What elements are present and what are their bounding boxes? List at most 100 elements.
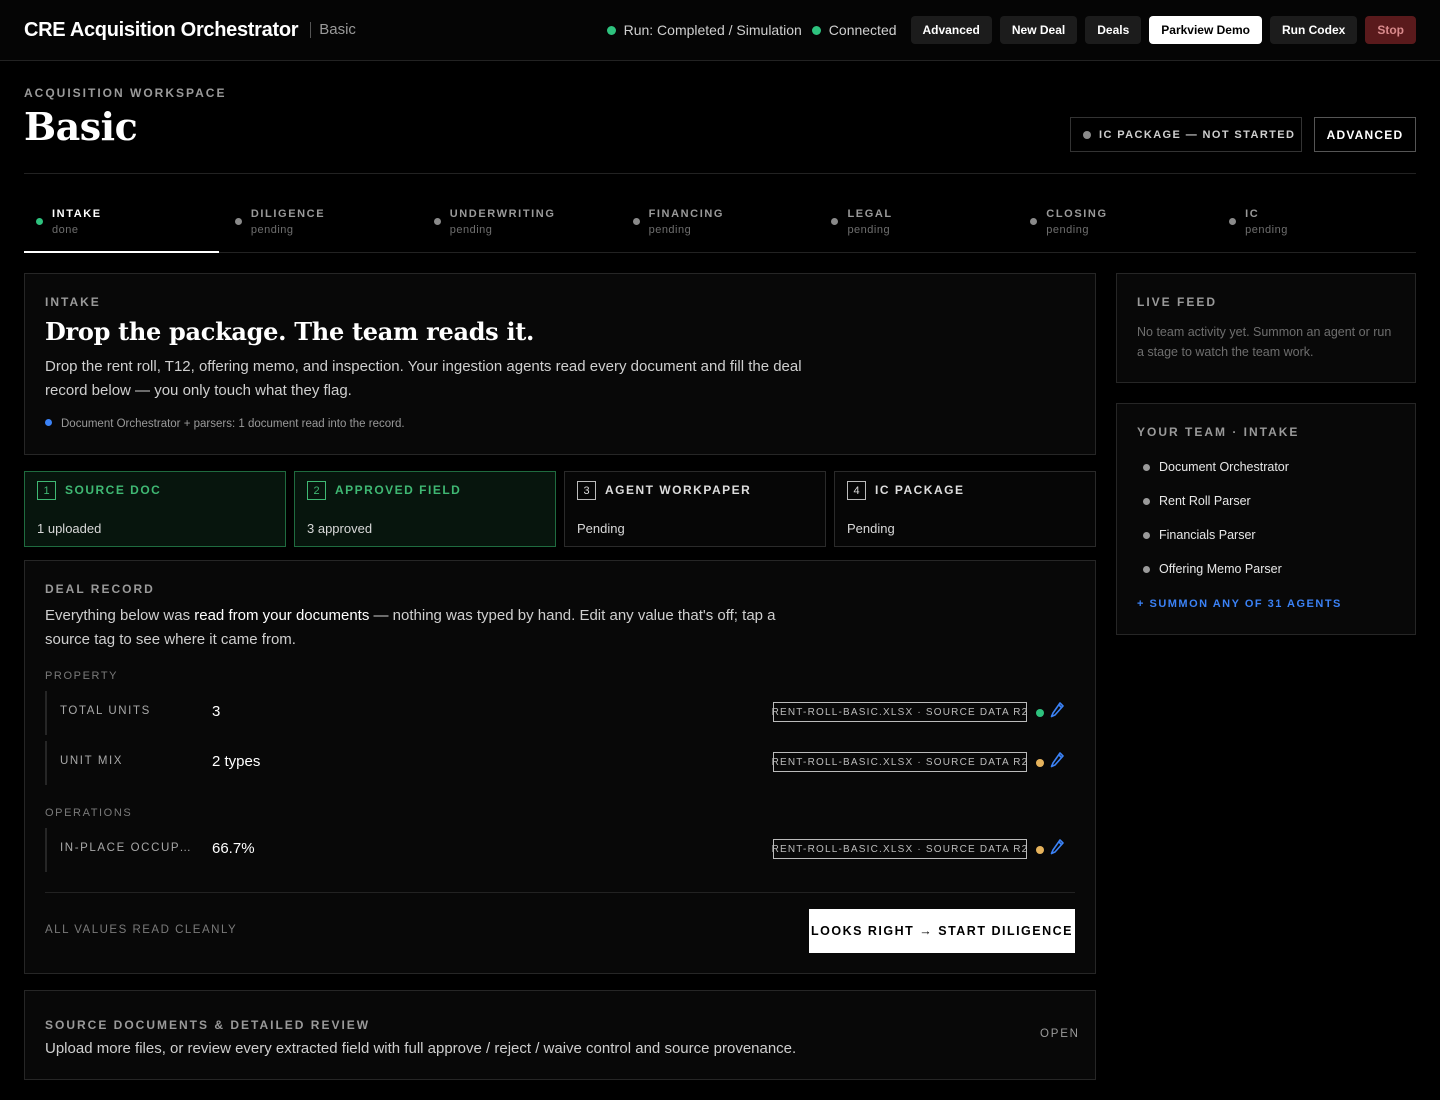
stage-state: pending [648, 224, 692, 236]
summon-agents-link[interactable]: + SUMMON ANY OF 31 AGENTS [1137, 598, 1342, 610]
stage-name: LEGAL [847, 208, 893, 220]
stop-button[interactable]: Stop [1365, 16, 1416, 44]
team-panel: YOUR TEAM · INTAKE Document Orchestrator… [1116, 403, 1416, 635]
step-value: 3 approved [307, 521, 373, 536]
tab-financing[interactable]: FINANCING pending [621, 196, 820, 252]
group-property: PROPERTY [45, 670, 119, 682]
stage-done-dot-icon [36, 218, 43, 225]
tab-legal[interactable]: LEGAL pending [819, 196, 1018, 252]
field-unit-mix: UNIT MIX 2 types RENT-ROLL-BASIC.XLSX · … [45, 741, 1075, 785]
stage-name: IC [1245, 208, 1260, 220]
stage-tabs: INTAKE done DILIGENCE pending UNDERWRITI… [24, 196, 1416, 253]
confidence-dot-icon [1036, 759, 1044, 767]
agent-status-dot-icon [1143, 463, 1150, 471]
field-name: UNIT MIX [60, 755, 124, 767]
deal-record-label: DEAL RECORD [45, 582, 155, 596]
tab-closing[interactable]: CLOSING pending [1018, 196, 1217, 252]
agent-status-dot-icon [1143, 497, 1150, 505]
confidence-dot-icon [1036, 846, 1044, 854]
source-docs-label: SOURCE DOCUMENTS & DETAILED REVIEW [45, 1018, 371, 1032]
agent-name: Offering Memo Parser [1159, 562, 1282, 576]
step-number: 4 [847, 481, 866, 500]
field-total-units: TOTAL UNITS 3 RENT-ROLL-BASIC.XLSX · SOU… [45, 691, 1075, 735]
run-status-text: Run: Completed / Simulation [623, 22, 802, 38]
step-source-doc[interactable]: 1 SOURCE DOC 1 uploaded [24, 471, 286, 547]
team-agent[interactable]: Financials Parser [1143, 528, 1256, 542]
info-dot-icon [45, 418, 52, 426]
tab-ic[interactable]: IC pending [1217, 196, 1416, 252]
connection-status: Connected [811, 22, 897, 38]
source-tag[interactable]: RENT-ROLL-BASIC.XLSX · SOURCE DATA R2 [772, 839, 1027, 859]
pencil-icon[interactable] [1050, 752, 1066, 772]
topbar-actions: Run: Completed / Simulation Connected Ad… [606, 16, 1416, 44]
intake-label: INTAKE [45, 295, 101, 309]
read-status: ALL VALUES READ CLEANLY [45, 924, 238, 936]
advanced-button[interactable]: Advanced [910, 16, 992, 44]
agent-status-dot-icon [1143, 531, 1150, 539]
app-title: CRE Acquisition Orchestrator [24, 18, 299, 41]
new-deal-button[interactable]: New Deal [999, 16, 1078, 44]
step-value: 1 uploaded [37, 521, 102, 536]
source-docs-description: Upload more files, or review every extra… [45, 1040, 797, 1057]
stage-name: DILIGENCE [250, 208, 326, 220]
start-diligence-button[interactable]: LOOKS RIGHT → START DILIGENCE [809, 909, 1075, 953]
workspace-eyebrow: ACQUISITION WORKSPACE [24, 86, 227, 100]
stage-state: pending [1245, 224, 1288, 236]
deals-button[interactable]: Deals [1085, 16, 1142, 44]
step-value: Pending [847, 521, 895, 536]
live-feed-label: LIVE FEED [1137, 295, 1218, 309]
team-agent[interactable]: Offering Memo Parser [1143, 562, 1282, 576]
field-value[interactable]: 2 types [212, 753, 260, 770]
source-documents-panel[interactable]: SOURCE DOCUMENTS & DETAILED REVIEW Uploa… [24, 990, 1096, 1080]
parkview-demo-button[interactable]: Parkview Demo [1149, 16, 1262, 44]
field-value[interactable]: 66.7% [212, 840, 255, 857]
stage-state: pending [250, 224, 294, 236]
stage-pending-dot-icon [1229, 218, 1237, 225]
deal-record-description: Everything below was read from your docu… [45, 604, 805, 652]
team-agent[interactable]: Document Orchestrator [1143, 460, 1289, 474]
pencil-icon[interactable] [1050, 839, 1066, 859]
run-codex-button[interactable]: Run Codex [1269, 16, 1358, 44]
tab-underwriting[interactable]: UNDERWRITING pending [422, 196, 621, 252]
stage-pending-dot-icon [831, 218, 839, 225]
field-in-place-occupancy: IN-PLACE OCCUPAN… 66.7% RENT-ROLL-BASIC.… [45, 828, 1075, 872]
stage-state: pending [847, 224, 891, 236]
tab-intake[interactable]: INTAKE done [24, 196, 223, 253]
ic-status-dot-icon [1083, 130, 1091, 139]
intake-note-text: Document Orchestrator + parsers: 1 docum… [61, 418, 405, 430]
stage-state: done [52, 224, 79, 236]
step-title: AGENT WORKPAPER [605, 483, 752, 497]
agent-name: Rent Roll Parser [1159, 494, 1251, 508]
field-value[interactable]: 3 [212, 703, 220, 720]
field-name: TOTAL UNITS [60, 705, 151, 717]
header-advanced-button[interactable]: ADVANCED [1314, 117, 1416, 152]
step-agent-workpaper[interactable]: 3 AGENT WORKPAPER Pending [564, 471, 826, 547]
desc-before: Everything below was [45, 607, 195, 624]
source-tag[interactable]: RENT-ROLL-BASIC.XLSX · SOURCE DATA R2 [772, 702, 1027, 722]
header-divider [24, 173, 1416, 174]
step-ic-package[interactable]: 4 IC PACKAGE Pending [834, 471, 1096, 547]
open-link[interactable]: OPEN [1040, 1028, 1080, 1040]
step-number: 1 [37, 481, 56, 500]
step-approved-field[interactable]: 2 APPROVED FIELD 3 approved [294, 471, 556, 547]
stage-state: pending [1046, 224, 1089, 236]
field-name: IN-PLACE OCCUPAN… [60, 842, 200, 854]
agent-name: Document Orchestrator [1159, 460, 1289, 474]
record-divider [45, 892, 1075, 893]
team-agent[interactable]: Rent Roll Parser [1143, 494, 1251, 508]
pencil-icon[interactable] [1050, 702, 1066, 722]
intake-panel: INTAKE Drop the package. The team reads … [24, 273, 1096, 455]
stage-pending-dot-icon [433, 218, 441, 225]
step-value: Pending [577, 521, 625, 536]
deal-record-panel: DEAL RECORD Everything below was read fr… [24, 560, 1096, 974]
connection-status-text: Connected [828, 22, 897, 38]
intake-headline: Drop the package. The team reads it. [45, 317, 535, 346]
source-tag[interactable]: RENT-ROLL-BASIC.XLSX · SOURCE DATA R2 [772, 752, 1027, 772]
step-title: SOURCE DOC [65, 483, 162, 497]
page-title: Basic [24, 104, 138, 149]
team-label: YOUR TEAM · INTAKE [1137, 425, 1300, 439]
stage-pending-dot-icon [234, 218, 242, 225]
live-feed-panel: LIVE FEED No team activity yet. Summon a… [1116, 273, 1416, 383]
desc-highlight: read from your documents [194, 607, 370, 624]
tab-diligence[interactable]: DILIGENCE pending [223, 196, 422, 252]
